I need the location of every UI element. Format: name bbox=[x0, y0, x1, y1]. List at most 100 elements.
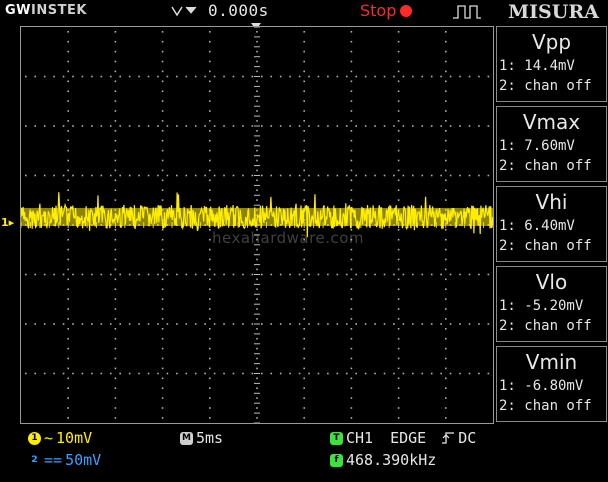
grid-dot bbox=[213, 125, 216, 127]
grid-dot bbox=[303, 278, 305, 281]
grid-dot bbox=[67, 417, 69, 419]
grid-dot bbox=[185, 125, 188, 127]
grid-dot bbox=[298, 75, 301, 78]
grid-dot bbox=[355, 125, 357, 127]
grid-dot bbox=[270, 125, 273, 127]
grid-dot bbox=[440, 174, 442, 177]
grid-dot bbox=[166, 174, 169, 177]
grid-dot bbox=[350, 31, 353, 33]
grid-dot bbox=[430, 273, 433, 276]
grid-dot bbox=[364, 75, 367, 78]
grid-dot bbox=[445, 248, 447, 251]
grid-dot bbox=[43, 75, 46, 78]
grid-dot bbox=[185, 273, 188, 276]
grid-dot bbox=[114, 159, 117, 162]
grid-dot bbox=[303, 298, 305, 300]
grid-dot bbox=[109, 174, 112, 177]
grid-dot bbox=[261, 125, 263, 127]
grid-dot bbox=[421, 75, 424, 78]
measurement-vlo[interactable]: Vlo 1: -5.20mV 2: chan off bbox=[496, 266, 607, 342]
grid-dot bbox=[109, 323, 112, 325]
grid-dot bbox=[161, 268, 164, 271]
ch1-settings[interactable]: 1 ~ 10mV bbox=[28, 429, 92, 447]
grid-dot bbox=[393, 174, 395, 177]
grid-dot bbox=[67, 258, 69, 261]
grid-dot bbox=[209, 347, 211, 350]
grid-dot bbox=[166, 75, 169, 78]
grid-dot bbox=[128, 174, 131, 177]
grid-dot bbox=[67, 357, 69, 360]
grid-dot bbox=[209, 149, 211, 152]
grid-dot bbox=[34, 323, 37, 325]
grid-dot bbox=[350, 417, 353, 419]
grid-dot bbox=[128, 372, 131, 375]
trigger-settings[interactable]: T CH1 EDGE DC bbox=[330, 429, 476, 447]
grid-dot bbox=[397, 407, 400, 409]
grid-dot bbox=[209, 199, 211, 201]
measurement-ch2-value: 2: chan off bbox=[499, 238, 592, 254]
grid-dot bbox=[72, 174, 74, 177]
grid-dot bbox=[114, 80, 117, 83]
grid-dot bbox=[412, 323, 414, 325]
measurement-vpp[interactable]: Vpp 1: 14.4mV 2: chan off bbox=[496, 26, 607, 102]
grid-dot bbox=[317, 323, 320, 325]
grid-dot bbox=[350, 337, 353, 340]
grid-dot bbox=[374, 372, 376, 375]
measurement-vhi[interactable]: Vhi 1: 6.40mV 2: chan off bbox=[496, 186, 607, 262]
grid-dot bbox=[397, 229, 400, 231]
grid-dot bbox=[279, 372, 282, 375]
measurement-panel: Vpp 1: 14.4mV 2: chan off Vmax 1: 7.60mV… bbox=[496, 26, 608, 424]
measurement-vmax[interactable]: Vmax 1: 7.60mV 2: chan off bbox=[496, 106, 607, 182]
grid-dot bbox=[209, 31, 211, 33]
grid-dot bbox=[209, 110, 211, 112]
grid-dot bbox=[256, 189, 258, 191]
grid-dot bbox=[402, 125, 405, 127]
grid-dot bbox=[402, 273, 405, 276]
grid-dot bbox=[114, 387, 117, 389]
run-stop-status[interactable]: Stop bbox=[360, 1, 413, 20]
grid-dot bbox=[279, 323, 282, 325]
grid-dot bbox=[161, 229, 164, 231]
grid-dot bbox=[213, 372, 216, 375]
measurement-vmin[interactable]: Vmin 1: -6.80mV 2: chan off bbox=[496, 346, 607, 422]
grid-dot bbox=[256, 60, 258, 63]
grid-dot bbox=[72, 273, 74, 276]
measurement-ch1-value: 1: 7.60mV bbox=[499, 138, 575, 154]
grid-dot bbox=[67, 377, 69, 380]
grid-dot bbox=[449, 125, 452, 127]
grid-dot bbox=[53, 273, 55, 276]
grid-dot bbox=[256, 199, 258, 201]
grid-dot bbox=[256, 110, 258, 112]
grid-dot bbox=[114, 318, 117, 320]
grid-dot bbox=[270, 174, 273, 177]
grid-dot bbox=[43, 125, 46, 127]
grid-dot bbox=[251, 174, 254, 177]
grid-dot bbox=[67, 248, 69, 251]
grid-dot bbox=[298, 372, 301, 375]
grid-dot bbox=[119, 75, 121, 78]
timebase-settings[interactable]: M 5ms bbox=[180, 429, 223, 447]
grid-dot bbox=[350, 100, 353, 102]
grid-dot bbox=[194, 323, 197, 325]
grid-dot bbox=[67, 169, 69, 172]
grid-dot bbox=[114, 397, 117, 399]
grid-dot bbox=[256, 357, 258, 360]
grid-dot bbox=[67, 199, 69, 201]
ch2-settings[interactable]: 2 == 50mV bbox=[28, 451, 101, 469]
grid-dot bbox=[157, 125, 159, 127]
grid-dot bbox=[350, 159, 353, 162]
grid-dot bbox=[147, 372, 150, 375]
grid-dot bbox=[317, 372, 320, 375]
ch1-scale: 10mV bbox=[56, 429, 93, 447]
grid-dot bbox=[114, 130, 117, 132]
grid-dot bbox=[383, 372, 386, 375]
grid-dot bbox=[67, 80, 69, 83]
grid-dot bbox=[119, 125, 121, 127]
grid-dot bbox=[261, 323, 263, 325]
grid-dot bbox=[62, 372, 65, 375]
grid-dot bbox=[166, 125, 169, 127]
grid-dot bbox=[298, 174, 301, 177]
grid-dot bbox=[256, 90, 258, 92]
trigger-delay-group: 0.000s bbox=[170, 1, 269, 20]
grid-dot bbox=[308, 273, 310, 276]
